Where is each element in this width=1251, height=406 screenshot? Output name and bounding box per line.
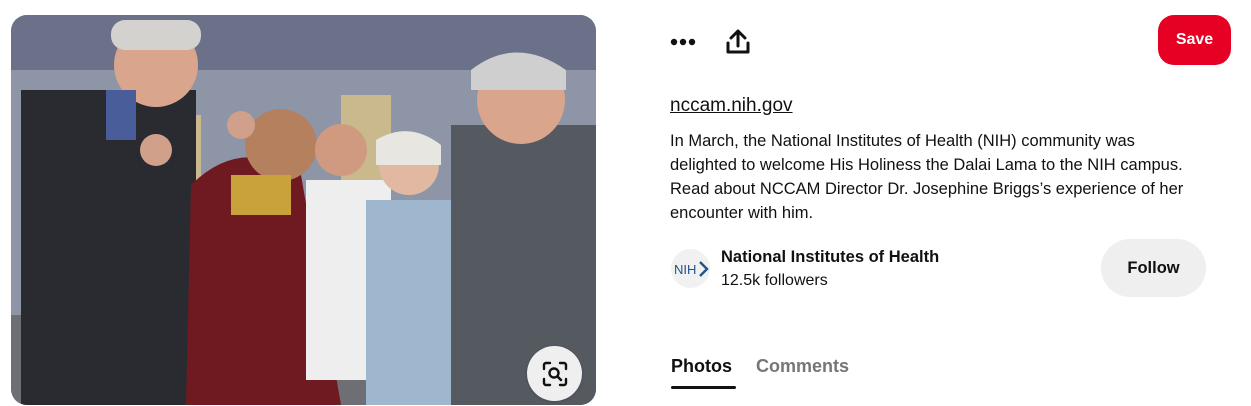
more-options-button[interactable] xyxy=(667,26,699,58)
creator-followers: 12.5k followers xyxy=(721,272,828,289)
save-button[interactable]: Save xyxy=(1158,15,1231,65)
share-button[interactable] xyxy=(722,26,754,58)
visual-search-icon xyxy=(542,361,567,386)
nih-logo-icon: NIH xyxy=(674,260,709,277)
tab-comments[interactable]: Comments xyxy=(756,356,849,377)
visual-search-button[interactable] xyxy=(527,346,582,401)
pin-photo-illustration xyxy=(11,15,596,405)
pin-image[interactable] xyxy=(11,15,596,405)
ellipsis-icon xyxy=(670,38,696,46)
tab-photos[interactable]: Photos xyxy=(671,356,732,377)
share-upload-icon xyxy=(726,29,750,54)
follow-button[interactable]: Follow xyxy=(1101,239,1206,297)
active-tab-indicator xyxy=(671,386,736,389)
pin-description: In March, the National Institutes of Hea… xyxy=(670,132,1184,222)
creator-name[interactable]: National Institutes of Health xyxy=(721,248,939,267)
source-link[interactable]: nccam.nih.gov xyxy=(670,95,793,117)
avatar-text: NIH xyxy=(674,262,696,277)
creator-avatar[interactable]: NIH xyxy=(671,249,710,288)
